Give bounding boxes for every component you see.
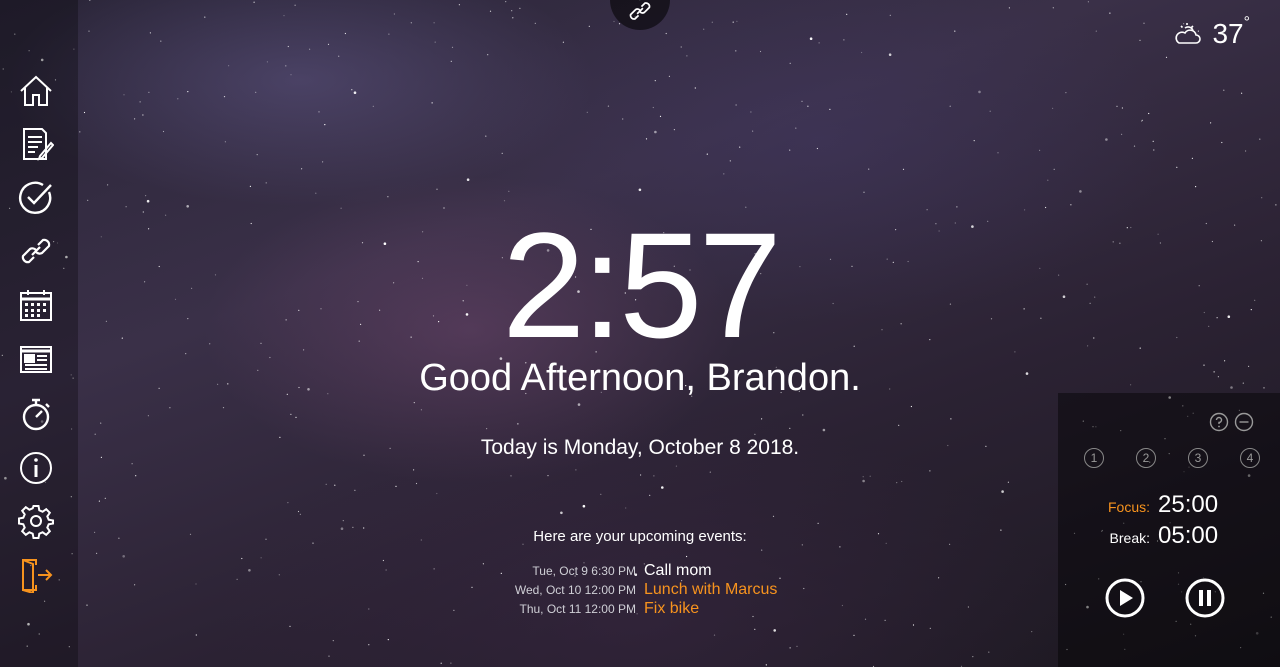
- sidebar-item-home[interactable]: [16, 71, 56, 111]
- weather-widget[interactable]: 37°: [1174, 14, 1250, 50]
- minus-circle-icon: [1234, 412, 1254, 432]
- event-datetime: Wed, Oct 10 12:00 PM: [514, 583, 636, 597]
- temperature: 37°: [1212, 14, 1250, 49]
- pause-icon: [1185, 578, 1225, 618]
- focus-time[interactable]: 25:00: [1158, 491, 1218, 519]
- play-icon: [1105, 578, 1145, 618]
- focus-label: Focus:: [1107, 499, 1150, 515]
- sidebar-item-stopwatch[interactable]: [16, 394, 56, 434]
- session-indicator[interactable]: 1: [1084, 448, 1104, 468]
- sidebar-item-notes[interactable]: [16, 124, 56, 164]
- play-button[interactable]: [1105, 578, 1145, 618]
- break-timer-row: Break: 05:00: [1058, 522, 1219, 550]
- event-datetime: Thu, Oct 11 12:00 PM: [519, 602, 636, 616]
- event-title: Call mom: [644, 562, 712, 579]
- session-indicator[interactable]: 4: [1240, 448, 1260, 468]
- clock-time: 2:57: [502, 201, 782, 369]
- top-link-button[interactable]: [610, 0, 670, 30]
- notes-icon: [23, 128, 54, 161]
- pomodoro-sessions: 1 2 3 4: [1084, 448, 1260, 468]
- session-indicator[interactable]: 2: [1136, 448, 1156, 468]
- event-title: Fix bike: [644, 600, 700, 617]
- stopwatch-icon: [22, 398, 50, 431]
- break-label: Break:: [1109, 530, 1150, 546]
- pause-button[interactable]: [1185, 578, 1225, 618]
- event-datetime: Tue, Oct 9 6:30 PM: [532, 564, 636, 578]
- partly-cloudy-icon: [1175, 23, 1202, 44]
- link-icon: [629, 2, 651, 20]
- event-title: Lunch with Marcus: [644, 581, 778, 598]
- pomodoro-minimize-button[interactable]: [1234, 412, 1254, 432]
- home-icon: [20, 75, 52, 106]
- pomodoro-panel: 1 2 3 4 Focus: 25:00 Break: 05:00: [1058, 393, 1280, 667]
- break-time[interactable]: 05:00: [1158, 522, 1218, 550]
- pomodoro-help-button[interactable]: [1209, 412, 1229, 432]
- help-icon: [1209, 412, 1229, 432]
- session-indicator[interactable]: 3: [1188, 448, 1208, 468]
- focus-timer-row: Focus: 25:00: [1058, 491, 1218, 519]
